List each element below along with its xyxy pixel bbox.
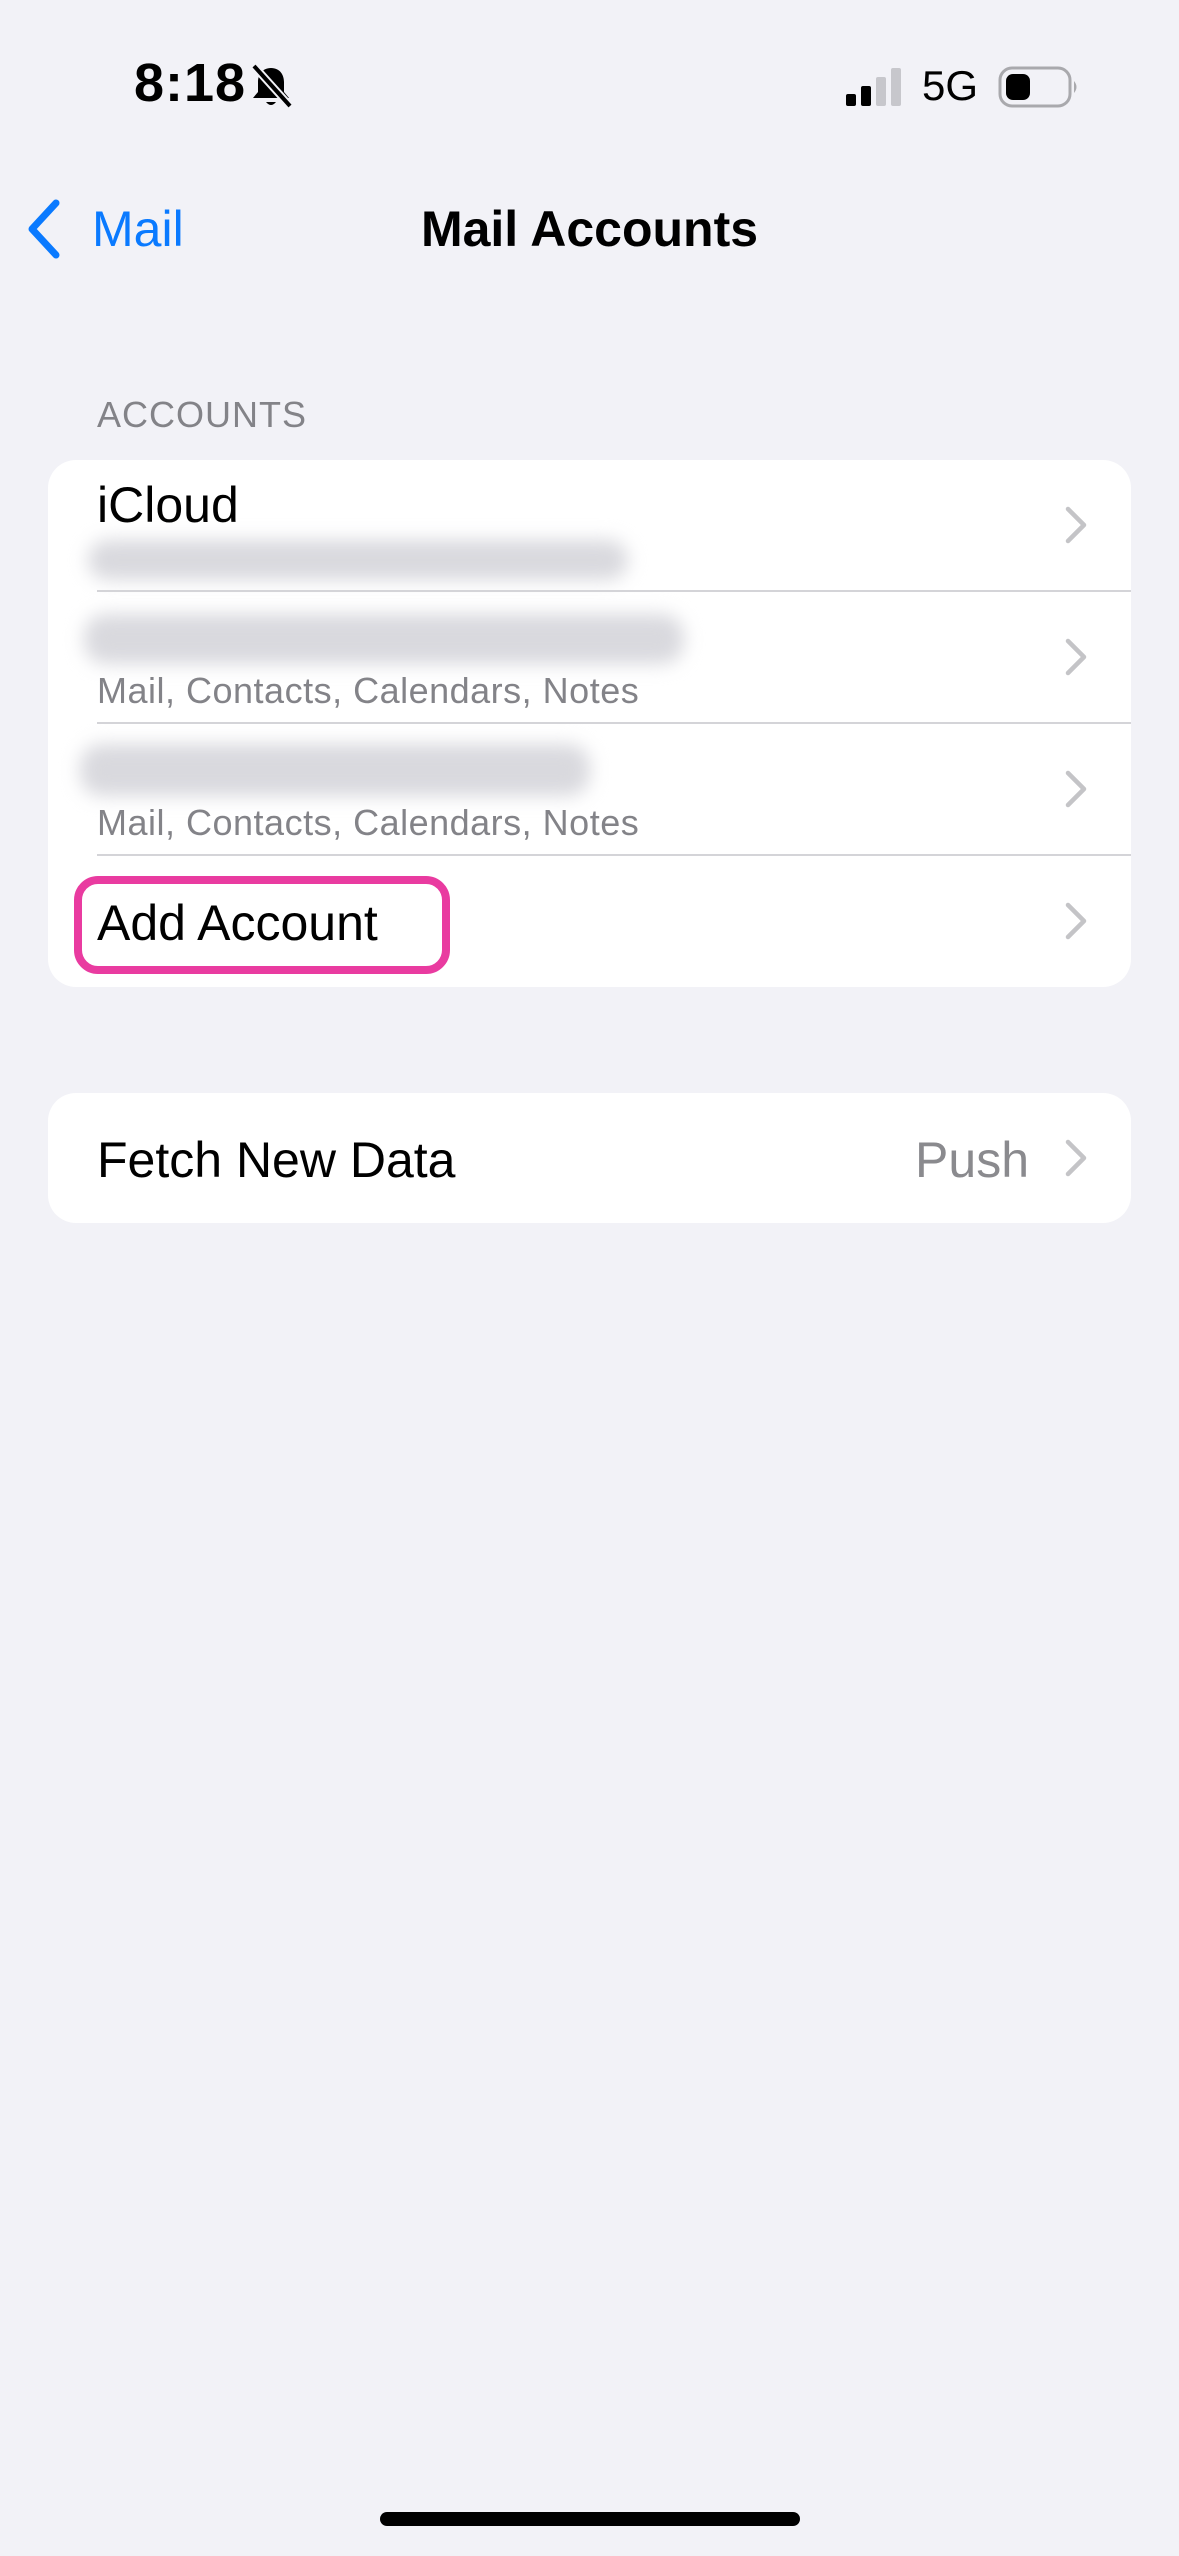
redacted-account-name [80, 744, 590, 796]
redacted-account-name [84, 614, 684, 664]
fetch-new-data-row[interactable]: Fetch New Data Push [48, 1093, 1131, 1223]
page-title: Mail Accounts [420, 201, 759, 257]
account-services: Mail, Contacts, Calendars, Notes [97, 670, 640, 711]
account-services: Mail, Contacts, Calendars, Notes [97, 802, 640, 843]
navigation-bar: Mail Mail Accounts [0, 170, 1179, 286]
accounts-section-header: ACCOUNTS [97, 394, 308, 435]
bell-slash-icon [251, 63, 293, 109]
redacted-account-detail [88, 540, 628, 580]
account-row-icloud[interactable]: iCloud [48, 460, 1131, 592]
account-title: iCloud [97, 477, 239, 533]
chevron-right-icon [1065, 638, 1087, 676]
chevron-right-icon [1065, 770, 1087, 808]
highlight-annotation [74, 876, 450, 974]
battery-icon [998, 66, 1077, 108]
fetch-settings-group: Fetch New Data Push [48, 1093, 1131, 1223]
fetch-value: Push [915, 1132, 1029, 1188]
cellular-signal-icon [846, 68, 901, 106]
status-bar: 8:18 5G [0, 0, 1179, 170]
account-row-gmail[interactable]: Mail, Contacts, Calendars, Notes [48, 592, 1131, 724]
fetch-new-data-label: Fetch New Data [97, 1132, 456, 1188]
status-time: 8:18 [134, 53, 247, 113]
account-row-exchange[interactable]: Mail, Contacts, Calendars, Notes [48, 724, 1131, 856]
home-indicator[interactable] [380, 2512, 800, 2526]
chevron-right-icon [1065, 1139, 1087, 1177]
chevron-right-icon [1065, 506, 1087, 544]
network-type: 5G [922, 62, 979, 109]
chevron-right-icon [1065, 902, 1087, 940]
